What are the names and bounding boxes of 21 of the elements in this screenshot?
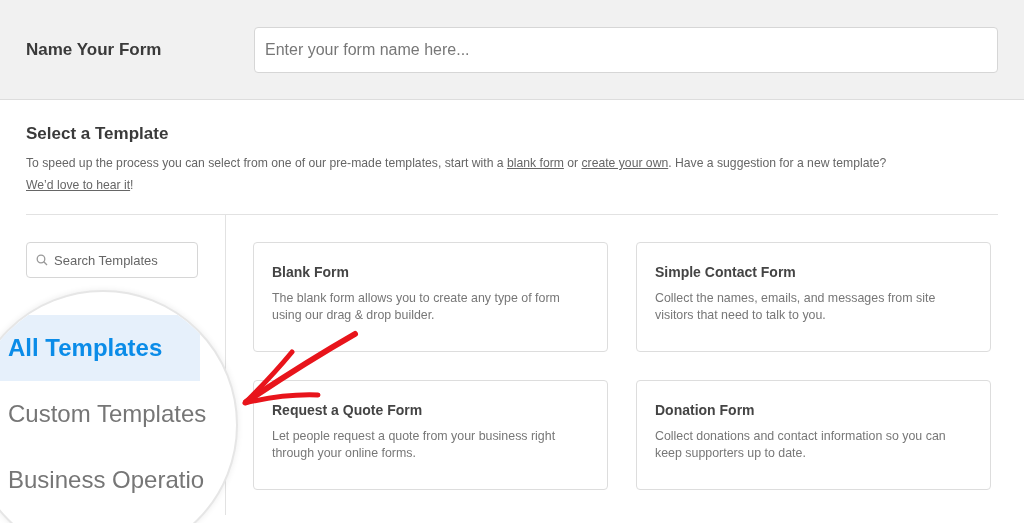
form-name-field[interactable]: Enter your form name here... [254, 26, 998, 73]
field-label: Name Your Form [26, 39, 163, 60]
card-description: Let people request a quote from your business right through your online forms. [272, 428, 557, 462]
card-title: Request a Quote Form [272, 402, 424, 418]
category-item[interactable]: Custom Templates [0, 381, 206, 447]
card-title: Simple Contact Form [655, 264, 797, 280]
card-description: The blank form allows you to create any type of form using our drag & drop builder. [272, 290, 561, 324]
template-card[interactable]: Blank Form The blank form allows you to create any type of form using our drag & drop builder. [253, 242, 608, 352]
search-icon [36, 254, 48, 266]
template-card[interactable]: Donation Form Collect donations and contact information so you can keep supporters up to date. [636, 380, 991, 490]
category-item[interactable]: Business Operatio [0, 447, 206, 513]
card-title: Donation Form [655, 402, 756, 418]
section-description: To speed up the process you can select from one of our pre-made templates, start with a blank form or create your own. Have a suggestion for a new template? We’d love to hear it! [26, 155, 888, 194]
card-description: Collect donations and contact information so you can keep supporters up to date. [655, 428, 947, 462]
card-description: Collect the names, emails, and messages from site visitors that need to talk to you. [655, 290, 937, 324]
card-title: Blank Form [272, 264, 350, 280]
search-field[interactable]: Search Templates [26, 242, 198, 278]
template-card[interactable]: Simple Contact Form Collect the names, emails, and messages from site visitors that need to talk to you. [636, 242, 991, 352]
section-title: Select a Template [26, 124, 170, 144]
template-card[interactable]: Request a Quote Form Let people request a quote from your business right through your online forms. [253, 380, 608, 490]
text-link[interactable]: blank form [507, 156, 564, 170]
